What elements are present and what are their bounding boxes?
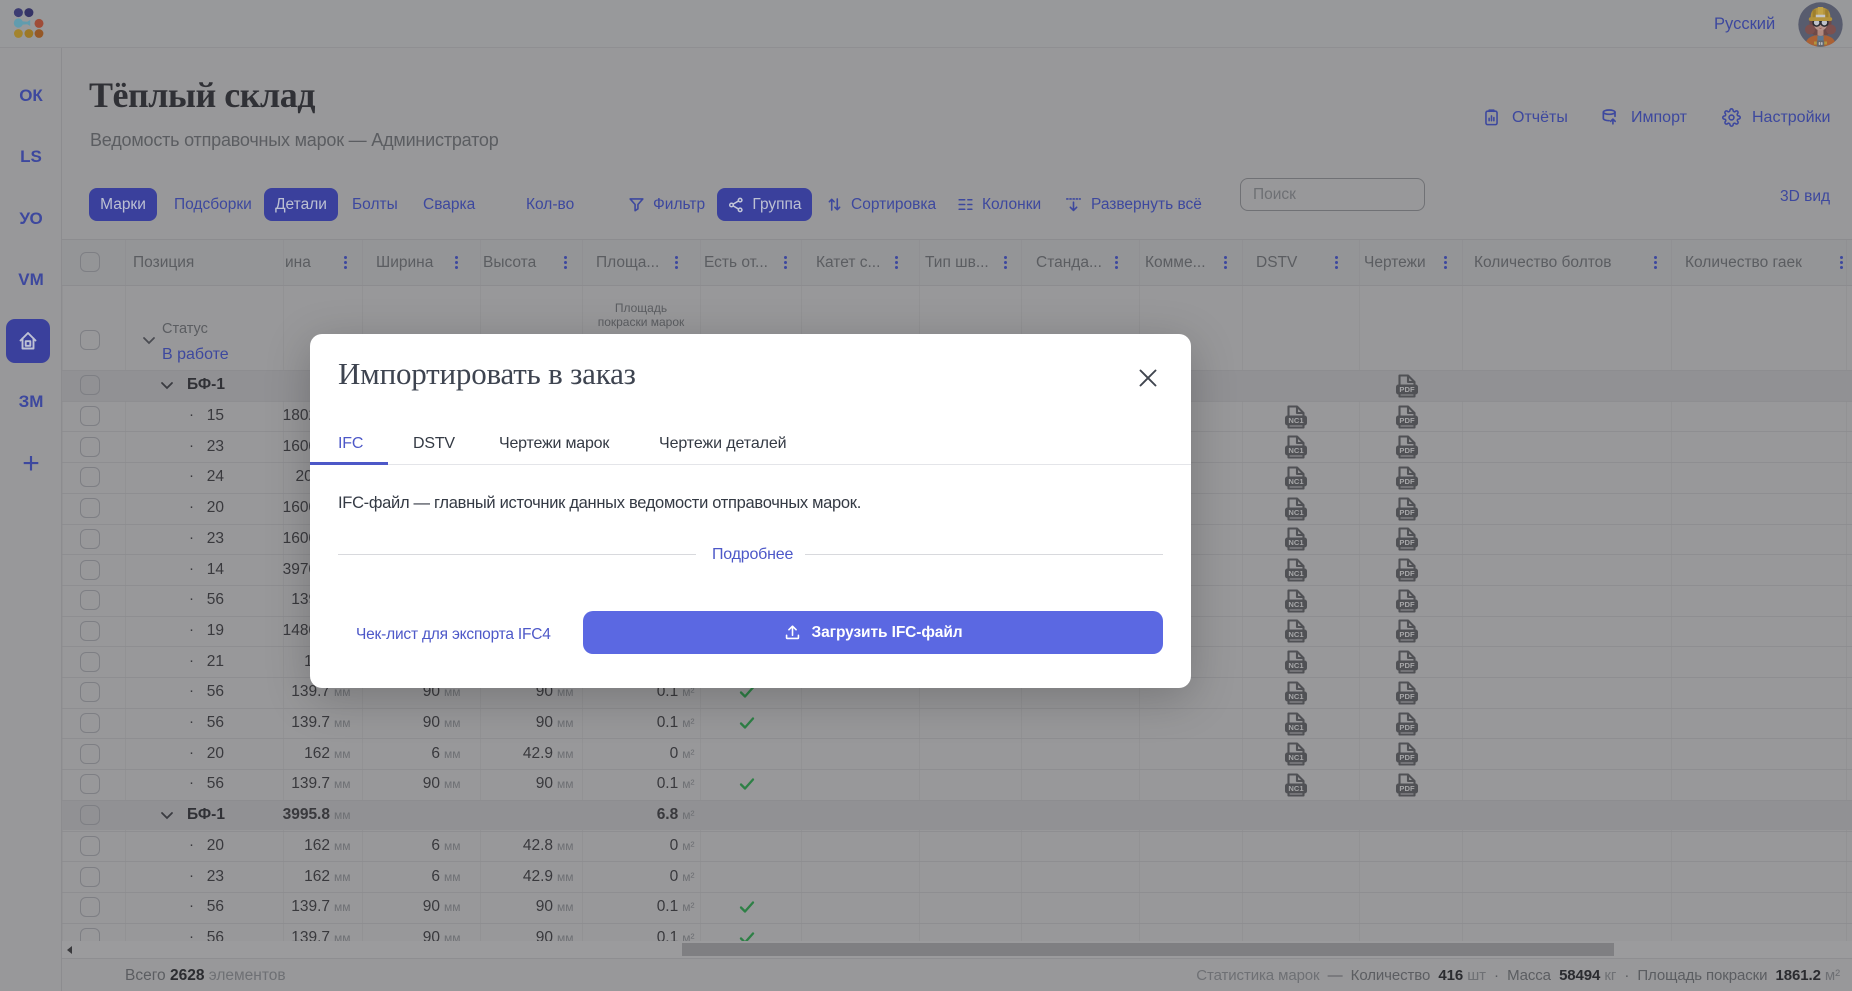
svg-text:NC1: NC1 — [1288, 477, 1304, 486]
svg-text:NC1: NC1 — [1288, 508, 1304, 517]
svg-text:PDF: PDF — [1399, 446, 1415, 455]
svg-text:NC1: NC1 — [1288, 692, 1304, 701]
svg-text:NC1: NC1 — [1288, 539, 1304, 548]
svg-text:PDF: PDF — [1399, 661, 1415, 670]
svg-text:PDF: PDF — [1399, 539, 1415, 548]
svg-text:NC1: NC1 — [1288, 784, 1304, 793]
svg-text:NC1: NC1 — [1288, 600, 1304, 609]
svg-text:PDF: PDF — [1399, 692, 1415, 701]
svg-text:PDF: PDF — [1399, 385, 1415, 394]
svg-text:PDF: PDF — [1399, 477, 1415, 486]
svg-text:NC1: NC1 — [1288, 661, 1304, 670]
svg-text:NC1: NC1 — [1288, 723, 1304, 732]
svg-text:PDF: PDF — [1399, 600, 1415, 609]
svg-text:NC1: NC1 — [1288, 753, 1304, 762]
svg-text:NC1: NC1 — [1288, 416, 1304, 425]
svg-text:PDF: PDF — [1399, 416, 1415, 425]
svg-text:NC1: NC1 — [1288, 446, 1304, 455]
svg-text:PDF: PDF — [1399, 508, 1415, 517]
svg-text:PDF: PDF — [1399, 753, 1415, 762]
svg-text:PDF: PDF — [1399, 784, 1415, 793]
svg-text:PDF: PDF — [1399, 723, 1415, 732]
svg-text:NC1: NC1 — [1288, 569, 1304, 578]
svg-text:PDF: PDF — [1399, 569, 1415, 578]
svg-text:NC1: NC1 — [1288, 631, 1304, 640]
svg-text:PDF: PDF — [1399, 631, 1415, 640]
